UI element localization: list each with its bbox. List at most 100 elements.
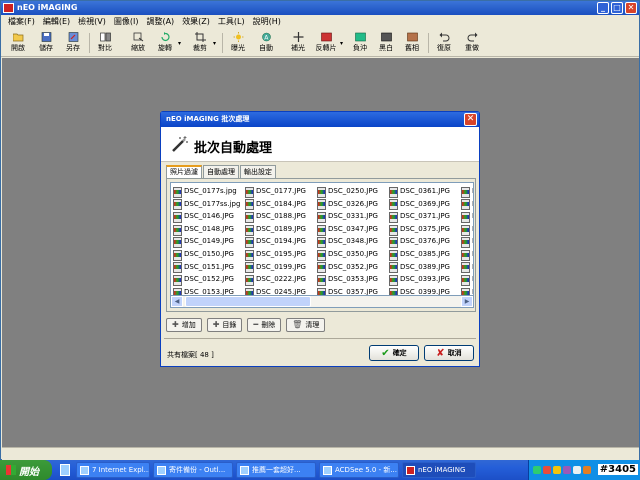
list-item[interactable]: DSC_0348.JPG [317, 235, 378, 249]
task-browser[interactable]: 推薦一套超好... [236, 462, 316, 478]
start-button[interactable]: 開始 [0, 460, 52, 480]
negative-button[interactable]: 負沖 [349, 31, 371, 55]
list-item[interactable]: DSC_0222.JPG [245, 273, 306, 286]
quick-launch-icon[interactable] [60, 464, 70, 476]
list-item[interactable]: DSC_0389.JPG [389, 261, 450, 274]
list-item[interactable]: DSC_0369.JPG [389, 198, 450, 211]
add-button[interactable]: ✚ 增加 [166, 318, 202, 332]
delete-button[interactable]: ━ 刪除 [247, 318, 282, 332]
tray-icon[interactable] [533, 466, 541, 474]
task-outlook[interactable]: 寄件備份 - Outl... [153, 462, 233, 478]
list-item[interactable]: DSC_0151.JPG [173, 261, 240, 274]
clear-button[interactable]: 🗑 清理 [286, 318, 326, 332]
list-item[interactable]: DSC_0194.JPG [245, 235, 306, 249]
list-item[interactable]: DSC_0385.JPG [389, 248, 450, 261]
task-acdsee[interactable]: ACDSee 5.0 - 新... [319, 462, 399, 478]
save-button[interactable]: 儲存 [35, 31, 57, 55]
list-item[interactable]: D [461, 248, 473, 261]
minimize-button[interactable]: _ [597, 2, 609, 14]
list-item[interactable]: D [461, 223, 473, 236]
list-item[interactable]: D [461, 185, 473, 198]
list-item[interactable]: DSC_0199.JPG [245, 261, 306, 274]
reverse-film-dropdown-icon[interactable]: ▾ [340, 40, 343, 47]
menu-tools[interactable]: 工具(L) [214, 15, 249, 29]
auto-button[interactable]: A 自動 [255, 31, 277, 55]
folder-button[interactable]: ✚ 目錄 [206, 318, 243, 332]
crop-button[interactable]: 裁剪 [189, 31, 211, 55]
list-item[interactable]: DSC_0250.JPG [317, 185, 378, 198]
list-item[interactable]: DSC_0375.JPG [389, 223, 450, 236]
list-item[interactable]: DSC_0393.JPG [389, 273, 450, 286]
list-item[interactable]: DSC_0146.JPG [173, 210, 240, 223]
close-button[interactable]: ✕ [625, 2, 637, 14]
task-internet-explorer[interactable]: 7 Internet Expl... [76, 462, 150, 478]
list-item[interactable]: DSC_0152.JPG [173, 273, 240, 286]
scrollbar-thumb[interactable] [185, 296, 311, 307]
scroll-left-icon[interactable]: ◀ [171, 296, 183, 307]
tray-icon[interactable] [543, 466, 551, 474]
list-item[interactable]: DSC_0331.JPG [317, 210, 378, 223]
menu-file[interactable]: 檔案(F) [4, 15, 39, 29]
list-item[interactable]: D [461, 210, 473, 223]
list-item[interactable]: DSC_0188.JPG [245, 210, 306, 223]
undo-button[interactable]: 復原 [433, 31, 455, 55]
exposure-button[interactable]: 曝光 [227, 31, 249, 55]
tab-output-settings[interactable]: 輸出設定 [240, 165, 276, 178]
crop-dropdown-icon[interactable]: ▾ [213, 40, 216, 47]
list-item[interactable]: D [461, 198, 473, 211]
list-item[interactable]: DSC_0150.JPG [173, 248, 240, 261]
list-item[interactable]: DSC_0177.JPG [245, 185, 306, 198]
maximize-button[interactable]: □ [611, 2, 623, 14]
menu-effects[interactable]: 效果(Z) [178, 15, 214, 29]
tray-icon[interactable] [573, 466, 581, 474]
list-item[interactable]: DSC_0371.JPG [389, 210, 450, 223]
list-item[interactable]: DSC_0148.JPG [173, 223, 240, 236]
list-item[interactable]: DSC_0195.JPG [245, 248, 306, 261]
save-as-button[interactable]: 另存 [62, 31, 84, 55]
ok-button[interactable]: ✔ 確定 [369, 345, 419, 361]
fill-light-button[interactable]: 補光 [287, 31, 309, 55]
menu-view[interactable]: 檢視(V) [74, 15, 110, 29]
menu-edit[interactable]: 編輯(E) [39, 15, 74, 29]
dialog-title-bar[interactable]: nEO iMAGING 批次處理 ✕ [161, 112, 479, 127]
list-item[interactable]: DSC_0350.JPG [317, 248, 378, 261]
tray-icon[interactable] [553, 466, 561, 474]
dialog-close-button[interactable]: ✕ [464, 113, 477, 126]
list-item[interactable]: DSC_0399.JPG [389, 286, 450, 295]
rotate-dropdown-icon[interactable]: ▾ [178, 40, 181, 47]
list-item[interactable]: DSC_0177s.jpg [173, 185, 240, 198]
menu-adjust[interactable]: 調整(A) [142, 15, 178, 29]
list-item[interactable]: DSC_0326.JPG [317, 198, 378, 211]
list-item[interactable]: DSC_0357.JPG [317, 286, 378, 295]
list-item[interactable]: D [461, 273, 473, 286]
tab-auto-process[interactable]: 自動處理 [203, 165, 239, 178]
list-item[interactable]: DSC_0353.JPG [317, 273, 378, 286]
old-photo-button[interactable]: 舊相 [401, 31, 423, 55]
compare-button[interactable]: 對比 [94, 31, 116, 55]
list-item[interactable]: DSC_0149.JPG [173, 235, 240, 249]
list-item[interactable]: DSC_0352.JPG [317, 261, 378, 274]
list-item[interactable]: DSC_0347.JPG [317, 223, 378, 236]
rotate-button[interactable]: 旋轉 [154, 31, 176, 55]
list-item[interactable]: DSC_0177ss.jpg [173, 198, 240, 211]
file-list[interactable]: DSC_0177s.jpg DSC_0177ss.jpg DSC_0146.JP… [170, 182, 474, 296]
scroll-right-icon[interactable]: ▶ [461, 296, 473, 307]
horizontal-scrollbar[interactable]: ◀ ▶ [170, 296, 474, 308]
list-item[interactable]: D [461, 235, 473, 249]
title-bar[interactable]: nEO iMAGING _ □ ✕ [1, 1, 639, 15]
tray-icon[interactable] [563, 466, 571, 474]
tab-photo-filter[interactable]: 照片過濾 [166, 165, 202, 179]
list-item[interactable]: DSC_0361.JPG [389, 185, 450, 198]
list-item[interactable]: DSC_0153.JPG [173, 286, 240, 295]
reverse-film-button[interactable]: 反轉片 [313, 31, 339, 55]
menu-help[interactable]: 說明(H) [249, 15, 285, 29]
list-item[interactable]: DSC_0189.JPG [245, 223, 306, 236]
open-button[interactable]: 開啟 [7, 31, 29, 55]
tray-icon[interactable] [583, 466, 591, 474]
menu-image[interactable]: 圖像(I) [110, 15, 143, 29]
black-white-button[interactable]: 黑白 [375, 31, 397, 55]
cancel-button[interactable]: ✘ 取消 [424, 345, 474, 361]
task-neo-imaging[interactable]: nEO iMAGING [402, 462, 476, 478]
list-item[interactable]: D [461, 261, 473, 274]
list-item[interactable]: DSC_0245.JPG [245, 286, 306, 295]
